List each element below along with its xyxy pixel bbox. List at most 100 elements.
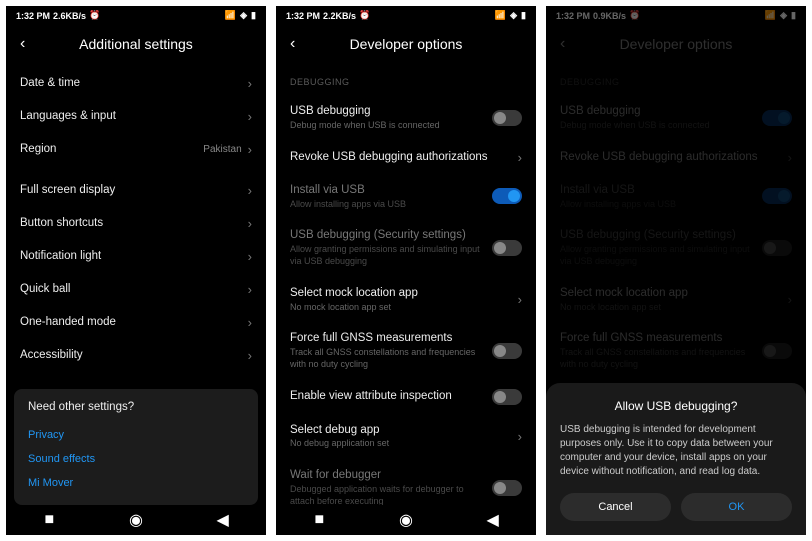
row-revoke-usb-debugging-authorizations[interactable]: Revoke USB debugging authorizations › [290,141,522,174]
dialog-overlay[interactable]: Allow USB debugging? USB debugging is in… [546,6,806,535]
cancel-button[interactable]: Cancel [560,493,671,521]
row-title: Accessibility [20,348,238,363]
popup-item-mi-mover[interactable]: Mi Mover [28,471,244,495]
row-one-handed-mode[interactable]: One-handed mode › [20,306,252,339]
toggle[interactable] [492,389,522,405]
row-title: One-handed mode [20,315,238,330]
row-wait-for-debugger[interactable]: Wait for debuggerDebugged application wa… [290,459,522,505]
row-usb-debugging-security-settings-[interactable]: USB debugging (Security settings)Allow g… [290,219,522,276]
row-full-screen-display[interactable]: Full screen display › [20,174,252,207]
signal-icon: 📶 [495,10,506,21]
row-title: Wait for debugger [290,468,482,483]
header: ‹ Developer options [276,25,536,67]
row-subtitle: Track all GNSS constellations and freque… [290,347,482,370]
nav-recents[interactable]: ■ [42,513,56,527]
alarm-icon: ⏰ [359,10,370,21]
status-bar: 1:32 PM 2.6KB/s ⏰ 📶 ◈ ▮ [6,6,266,25]
row-region[interactable]: Region Pakistan › [20,133,252,166]
chevron-right-icon: › [248,109,252,124]
content: DEBUGGING USB debuggingDebug mode when U… [276,67,536,505]
row-title: Install via USB [290,183,482,198]
row-quick-ball[interactable]: Quick ball › [20,273,252,306]
screen-additional-settings: 1:32 PM 2.6KB/s ⏰ 📶 ◈ ▮ ‹ Additional set… [6,6,266,535]
screen-developer-options: 1:32 PM 2.2KB/s ⏰ 📶 ◈ ▮ ‹ Developer opti… [276,6,536,535]
chevron-right-icon: › [248,142,252,157]
chevron-right-icon: › [248,348,252,363]
row-button-shortcuts[interactable]: Button shortcuts › [20,207,252,240]
status-net: 2.2KB/s [323,11,356,21]
toggle[interactable] [492,480,522,496]
row-select-mock-location-app[interactable]: Select mock location appNo mock location… [290,277,522,323]
row-subtitle: Debugged application waits for debugger … [290,484,482,505]
row-accessibility[interactable]: Accessibility › [20,339,252,372]
wifi-icon: ◈ [240,10,247,21]
row-title: USB debugging [290,104,482,119]
chevron-right-icon: › [248,216,252,231]
chevron-right-icon: › [248,282,252,297]
row-enable-view-attribute-inspection[interactable]: Enable view attribute inspection [290,380,522,414]
row-subtitle: Debug mode when USB is connected [290,120,482,132]
toggle[interactable] [492,240,522,256]
chevron-right-icon: › [518,292,522,307]
row-title: Languages & input [20,109,238,124]
header: ‹ Additional settings [6,25,266,67]
nav-home[interactable]: ◉ [129,513,143,527]
nav-recents[interactable]: ■ [312,513,326,527]
chevron-right-icon: › [518,150,522,165]
ok-button[interactable]: OK [681,493,792,521]
nav-home[interactable]: ◉ [399,513,413,527]
row-subtitle: Allow granting permissions and simulatin… [290,244,482,267]
status-bar: 1:32 PM 2.2KB/s ⏰ 📶 ◈ ▮ [276,6,536,25]
nav-back[interactable]: ◀ [486,513,500,527]
row-title: Button shortcuts [20,216,238,231]
toggle[interactable] [492,343,522,359]
chevron-right-icon: › [248,315,252,330]
row-title: Quick ball [20,282,238,297]
row-subtitle: Allow installing apps via USB [290,199,482,211]
row-install-via-usb[interactable]: Install via USBAllow installing apps via… [290,174,522,220]
status-time: 1:32 PM [286,11,320,21]
row-date-time[interactable]: Date & time › [20,67,252,100]
row-title: Full screen display [20,183,238,198]
dialog-text: USB debugging is intended for developmen… [560,423,792,479]
row-value: Pakistan [203,144,241,155]
usb-debugging-dialog: Allow USB debugging? USB debugging is in… [546,383,806,535]
row-languages-input[interactable]: Languages & input › [20,100,252,133]
row-title: Select mock location app [290,286,508,301]
row-title: Date & time [20,76,238,91]
status-time: 1:32 PM [16,11,50,21]
row-usb-debugging[interactable]: USB debuggingDebug mode when USB is conn… [290,95,522,141]
dialog-title: Allow USB debugging? [560,399,792,413]
chevron-right-icon: › [248,76,252,91]
row-title: Notification light [20,249,238,264]
row-title: Select debug app [290,423,508,438]
row-title: Force full GNSS measurements [290,331,482,346]
nav-back[interactable]: ◀ [216,513,230,527]
row-subtitle: No mock location app set [290,302,508,314]
status-net: 2.6KB/s [53,11,86,21]
popup-item-sound-effects[interactable]: Sound effects [28,447,244,471]
screen-developer-options-dialog: 1:32 PM 0.9KB/s ⏰ 📶 ◈ ▮ ‹ Developer opti… [546,6,806,535]
row-title: Region [20,142,193,157]
chevron-right-icon: › [518,429,522,444]
chevron-right-icon: › [248,249,252,264]
nav-bar: ■ ◉ ◀ [6,505,266,535]
row-title: Revoke USB debugging authorizations [290,150,508,165]
popup-item-privacy[interactable]: Privacy [28,423,244,447]
row-notification-light[interactable]: Notification light › [20,240,252,273]
row-title: USB debugging (Security settings) [290,228,482,243]
suggestion-popup: Need other settings? PrivacySound effect… [14,389,258,505]
row-subtitle: No debug application set [290,438,508,450]
toggle[interactable] [492,110,522,126]
chevron-right-icon: › [248,183,252,198]
toggle[interactable] [492,188,522,204]
nav-bar: ■ ◉ ◀ [276,505,536,535]
wifi-icon: ◈ [510,10,517,21]
row-force-full-gnss-measurements[interactable]: Force full GNSS measurementsTrack all GN… [290,322,522,379]
row-select-debug-app[interactable]: Select debug appNo debug application set… [290,414,522,460]
row-title: Enable view attribute inspection [290,389,482,404]
alarm-icon: ⏰ [89,10,100,21]
battery-icon: ▮ [251,10,256,21]
battery-icon: ▮ [521,10,526,21]
section-label: DEBUGGING [290,77,522,87]
